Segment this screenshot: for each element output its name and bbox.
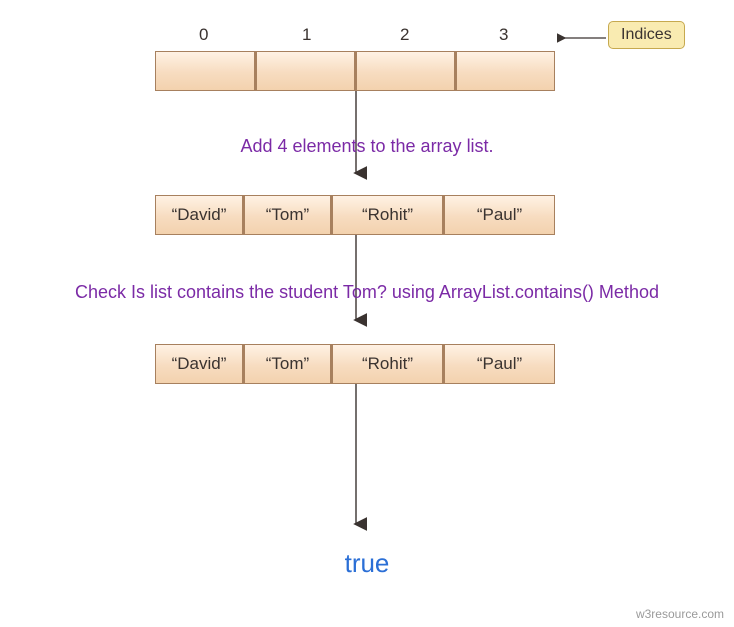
caption-add-elements: Add 4 elements to the array list. bbox=[0, 136, 734, 157]
watermark: w3resource.com bbox=[636, 607, 724, 621]
arrow-indices bbox=[558, 32, 608, 44]
index-3: 3 bbox=[499, 25, 508, 45]
arrow-down-3 bbox=[350, 384, 362, 534]
array-row-empty bbox=[155, 51, 555, 91]
array-row-filled-2: “David” “Tom” “Rohit” “Paul” bbox=[155, 344, 555, 384]
cell-empty-1 bbox=[255, 51, 355, 91]
cell-empty-3 bbox=[455, 51, 555, 91]
caption-check-contains: Check Is list contains the student Tom? … bbox=[0, 282, 734, 303]
cell-empty-2 bbox=[355, 51, 455, 91]
cell-r3-3: “Paul” bbox=[443, 344, 555, 384]
index-1: 1 bbox=[302, 25, 311, 45]
cell-r2-2: “Rohit” bbox=[331, 195, 443, 235]
cell-r2-0: “David” bbox=[155, 195, 243, 235]
cell-r3-0: “David” bbox=[155, 344, 243, 384]
diagram-canvas: { "indices_label": "Indices", "indices":… bbox=[0, 0, 734, 627]
result-value: true bbox=[0, 548, 734, 579]
cell-empty-0 bbox=[155, 51, 255, 91]
cell-r2-3: “Paul” bbox=[443, 195, 555, 235]
index-2: 2 bbox=[400, 25, 409, 45]
array-row-filled-1: “David” “Tom” “Rohit” “Paul” bbox=[155, 195, 555, 235]
index-0: 0 bbox=[199, 25, 208, 45]
cell-r3-2: “Rohit” bbox=[331, 344, 443, 384]
indices-callout: Indices bbox=[608, 21, 685, 49]
cell-r3-1: “Tom” bbox=[243, 344, 331, 384]
cell-r2-1: “Tom” bbox=[243, 195, 331, 235]
